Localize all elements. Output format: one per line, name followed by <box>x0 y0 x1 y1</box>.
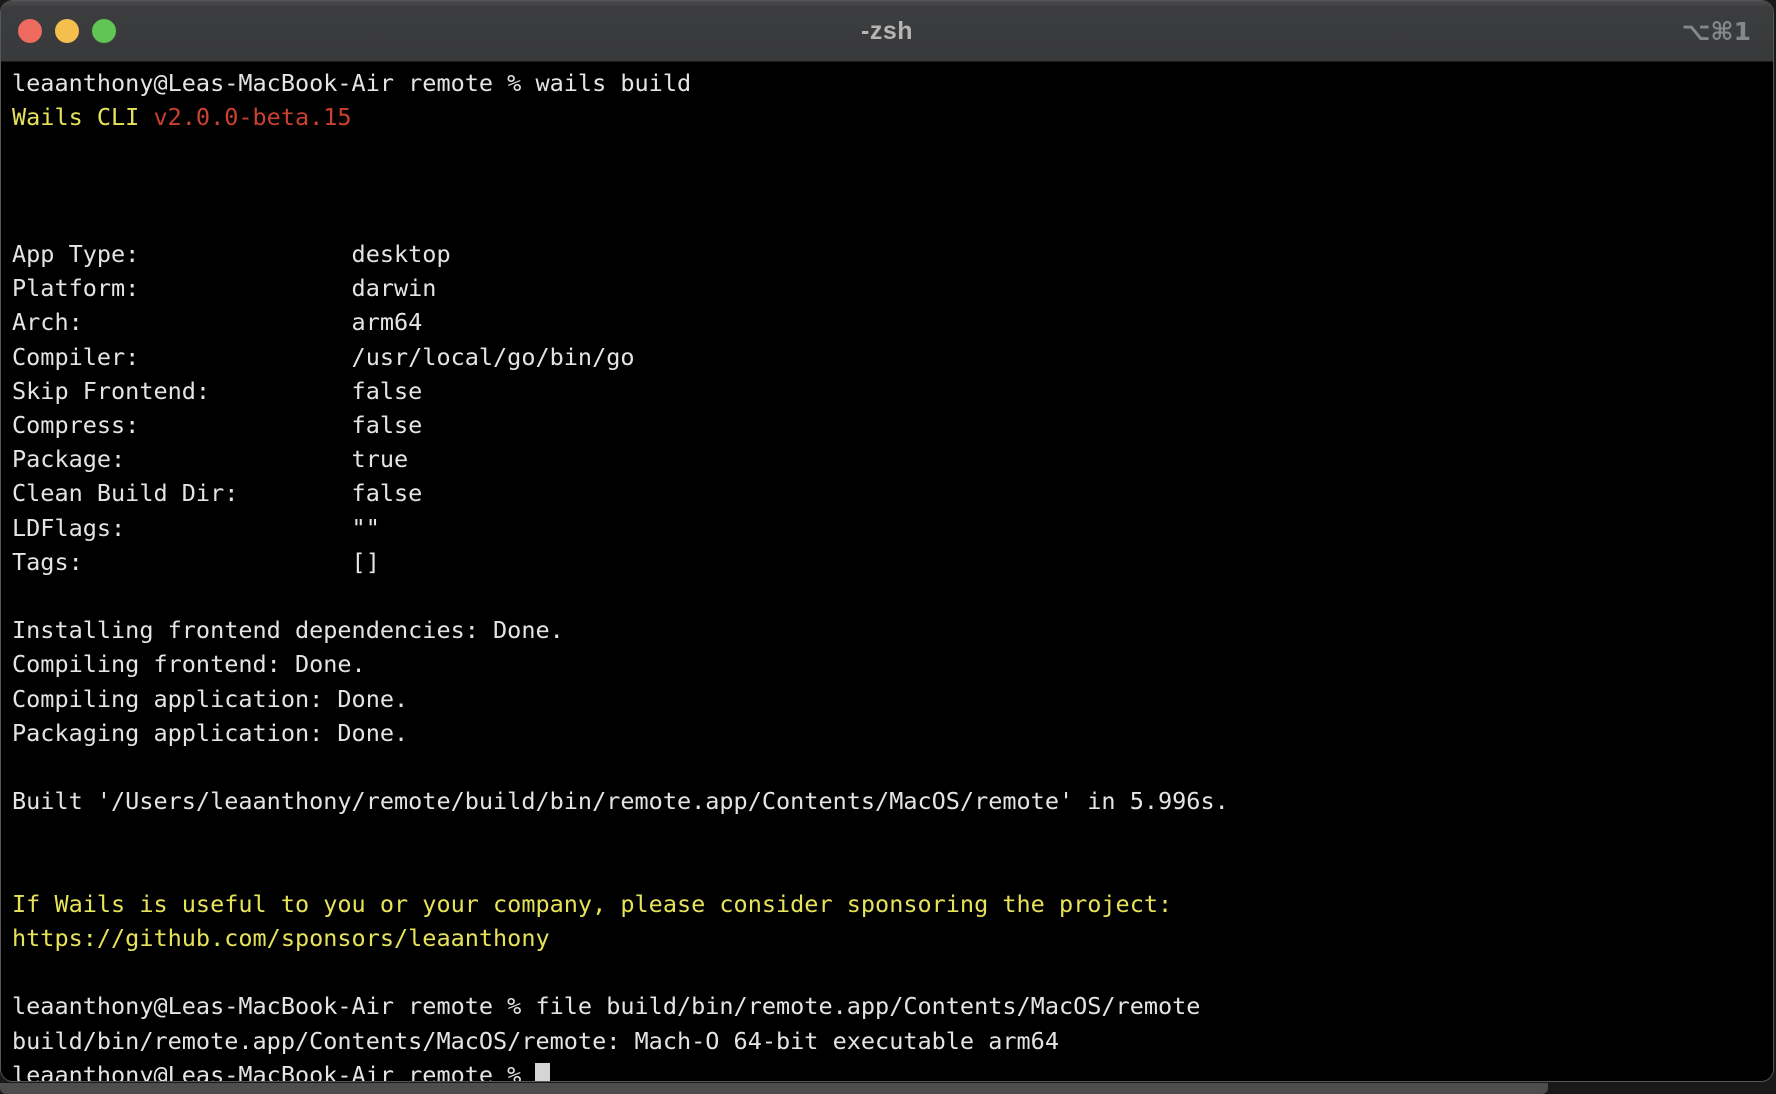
background-window-strip <box>0 1083 1548 1094</box>
terminal-blank-line <box>12 853 1773 887</box>
terminal-text: build/bin/remote.app/Contents/MacOS/remo… <box>12 1027 1059 1055</box>
terminal-blank-line <box>12 955 1773 989</box>
terminal-line-sponsor-message: If Wails is useful to you or your compan… <box>12 887 1773 921</box>
terminal-line-step-packaging-application: Packaging application: Done. <box>12 716 1773 750</box>
terminal-line-build-info-app-type: App Type: desktop <box>12 237 1773 271</box>
terminal-line-wails-cli-version: Wails CLI v2.0.0-beta.15 <box>12 100 1773 134</box>
terminal-text: Clean Build Dir: false <box>12 479 422 507</box>
terminal-window: -zsh ⌥⌘1 leaanthony@Leas-MacBook-Air rem… <box>0 0 1774 1082</box>
close-button[interactable] <box>18 19 42 43</box>
terminal-line-prompt-file-command: leaanthony@Leas-MacBook-Air remote % fil… <box>12 989 1773 1023</box>
zoom-button[interactable] <box>92 19 116 43</box>
terminal-text: Built '/Users/leaanthony/remote/build/bi… <box>12 787 1229 815</box>
terminal-line-prompt-wails-build: leaanthony@Leas-MacBook-Air remote % wai… <box>12 66 1773 100</box>
terminal-text: Compiling frontend: Done. <box>12 650 366 678</box>
terminal-text: Compiling application: Done. <box>12 685 408 713</box>
terminal-text: App Type: desktop <box>12 240 451 268</box>
terminal-line-step-compiling-application: Compiling application: Done. <box>12 682 1773 716</box>
window-titlebar: -zsh ⌥⌘1 <box>1 1 1773 62</box>
terminal-screen[interactable]: leaanthony@Leas-MacBook-Air remote % wai… <box>1 62 1773 1081</box>
terminal-text: LDFlags: "" <box>12 514 380 542</box>
window-title: -zsh <box>1 17 1773 46</box>
terminal-text: Platform: darwin <box>12 274 436 302</box>
terminal-text: leaanthony@Leas-MacBook-Air remote % fil… <box>12 992 1200 1020</box>
terminal-text: v2.0.0-beta.15 <box>153 103 351 131</box>
terminal-line-step-compiling-frontend: Compiling frontend: Done. <box>12 647 1773 681</box>
terminal-text: Compress: false <box>12 411 422 439</box>
terminal-text: Compiler: /usr/local/go/bin/go <box>12 343 635 371</box>
desktop: -zsh ⌥⌘1 leaanthony@Leas-MacBook-Air rem… <box>0 0 1776 1094</box>
terminal-text: leaanthony@Leas-MacBook-Air remote % <box>12 1061 535 1082</box>
terminal-blank-line <box>12 750 1773 784</box>
terminal-line-prompt-current: leaanthony@Leas-MacBook-Air remote % <box>12 1058 1773 1082</box>
terminal-line-build-info-compiler: Compiler: /usr/local/go/bin/go <box>12 340 1773 374</box>
terminal-text: Installing frontend dependencies: Done. <box>12 616 564 644</box>
terminal-text: https://github.com/sponsors/leaanthony <box>12 924 550 952</box>
terminal-line-build-result: Built '/Users/leaanthony/remote/build/bi… <box>12 784 1773 818</box>
terminal-line-build-info-clean-build-dir: Clean Build Dir: false <box>12 476 1773 510</box>
terminal-line-file-command-output: build/bin/remote.app/Contents/MacOS/remo… <box>12 1024 1773 1058</box>
terminal-text: Package: true <box>12 445 408 473</box>
terminal-text: Arch: arm64 <box>12 308 422 336</box>
window-shortcut-badge: ⌥⌘1 <box>1682 1 1751 61</box>
terminal-line-build-info-skip-frontend: Skip Frontend: false <box>12 374 1773 408</box>
terminal-line-step-installing-frontend-deps: Installing frontend dependencies: Done. <box>12 613 1773 647</box>
terminal-line-build-info-tags: Tags: [] <box>12 545 1773 579</box>
terminal-line-build-info-package: Package: true <box>12 442 1773 476</box>
terminal-blank-line <box>12 169 1773 203</box>
terminal-blank-line <box>12 134 1773 168</box>
traffic-lights <box>18 1 116 61</box>
terminal-cursor <box>535 1063 550 1082</box>
terminal-blank-line <box>12 579 1773 613</box>
terminal-text: Packaging application: Done. <box>12 719 408 747</box>
terminal-text: leaanthony@Leas-MacBook-Air remote % wai… <box>12 69 691 97</box>
terminal-blank-line <box>12 203 1773 237</box>
terminal-line-sponsor-url: https://github.com/sponsors/leaanthony <box>12 921 1773 955</box>
terminal-line-build-info-platform: Platform: darwin <box>12 271 1773 305</box>
terminal-blank-line <box>12 818 1773 852</box>
terminal-line-build-info-ldflags: LDFlags: "" <box>12 511 1773 545</box>
terminal-text: Wails CLI <box>12 103 153 131</box>
terminal-line-build-info-compress: Compress: false <box>12 408 1773 442</box>
terminal-line-build-info-arch: Arch: arm64 <box>12 305 1773 339</box>
terminal-text: If Wails is useful to you or your compan… <box>12 890 1172 918</box>
minimize-button[interactable] <box>55 19 79 43</box>
terminal-text: Tags: [] <box>12 548 380 576</box>
terminal-text: Skip Frontend: false <box>12 377 422 405</box>
